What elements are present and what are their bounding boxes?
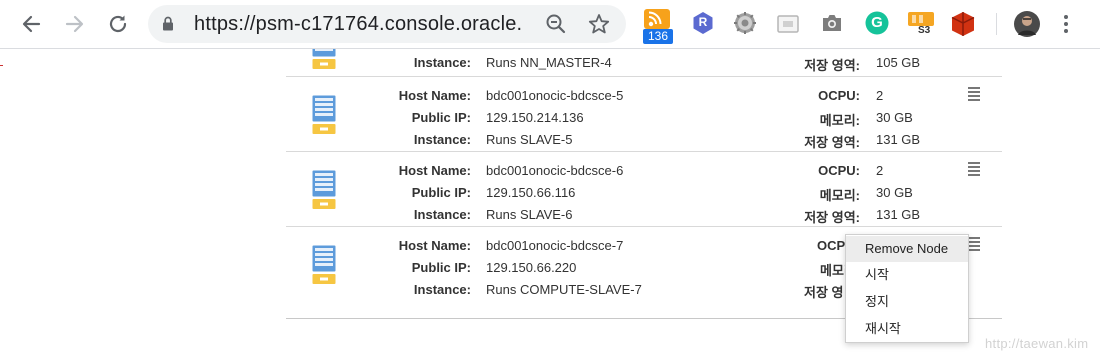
aws-icon[interactable] — [951, 11, 975, 37]
ocpu-label: OCPU: — [818, 88, 860, 103]
bookmark-star-icon[interactable] — [588, 13, 610, 35]
watermark: http://taewan.kim — [985, 336, 1089, 351]
public-ip-value: 129.150.66.116 — [486, 185, 576, 200]
url-text[interactable]: https://psm-c171764.console.oracle... — [194, 13, 524, 36]
instance-value: Runs SLAVE-5 — [486, 132, 573, 147]
storage-value: 131 GB — [876, 132, 921, 147]
rss-icon[interactable] — [644, 9, 670, 29]
instance-label: Instance: — [413, 132, 471, 147]
host-name-label: Host Name: — [398, 163, 471, 178]
public-ip-value: 129.150.66.220 — [486, 260, 577, 275]
memory-label: 메모리: — [819, 113, 860, 128]
toolbar-divider — [996, 13, 997, 35]
instance-value: Runs SLAVE-6 — [486, 207, 573, 222]
menu-item-start[interactable]: 시작 — [846, 262, 968, 288]
storage-label: 저장 영역: — [804, 58, 860, 73]
public-ip-label: Public IP: — [411, 185, 471, 200]
storage-label: 저장 영역: — [804, 210, 860, 225]
profile-avatar[interactable] — [1014, 11, 1040, 37]
memory-value: 30 GB — [876, 110, 913, 125]
instance-label: Instance: — [413, 55, 471, 70]
host-name-label: Host Name: — [398, 238, 471, 253]
host-name-value: bdc001onocic-bdcsce-6 — [486, 163, 624, 178]
memory-label: 메모리: — [819, 188, 860, 203]
storage-value: 105 GB — [876, 55, 921, 70]
server-icon — [312, 49, 336, 69]
screen-capture-icon[interactable] — [777, 15, 799, 33]
zoom-out-icon[interactable] — [546, 14, 566, 34]
ocpu-value: 2 — [876, 163, 884, 178]
menu-item-remove-node[interactable]: Remove Node — [846, 236, 968, 262]
back-arrow-icon[interactable] — [17, 10, 45, 38]
instance-value: Runs NN_MASTER-4 — [486, 55, 612, 70]
gear-icon[interactable] — [733, 11, 757, 35]
node-menu-icon[interactable] — [968, 162, 980, 176]
server-icon — [312, 245, 336, 284]
lock-icon[interactable] — [162, 16, 174, 32]
address-bar[interactable]: https://psm-c171764.console.oracle... — [148, 5, 626, 43]
menu-item-restart[interactable]: 재시작 — [846, 316, 968, 342]
instance-value: Runs COMPUTE-SLAVE-7 — [486, 282, 642, 297]
ocpu-label: OCPU: — [818, 163, 860, 178]
reload-icon[interactable] — [104, 10, 132, 38]
s3-label: S3 — [918, 25, 931, 36]
node-menu-icon[interactable] — [968, 87, 980, 101]
ext-r-letter: R — [698, 15, 708, 29]
node-menu-icon[interactable] — [968, 237, 980, 251]
ocpu-value: 2 — [876, 88, 884, 103]
server-icon — [312, 170, 336, 209]
host-name-label: Host Name: — [398, 88, 471, 103]
host-name-value: bdc001onocic-bdcsce-7 — [486, 238, 624, 253]
public-ip-label: Public IP: — [411, 110, 471, 125]
public-ip-label: Public IP: — [411, 260, 471, 275]
menu-item-stop[interactable]: 정지 — [846, 289, 968, 315]
node-row: Host Name: bdc001onocic-bdcsce-6 Public … — [286, 152, 1002, 226]
edge-marker — [0, 65, 3, 66]
more-menu-icon[interactable] — [1063, 14, 1069, 34]
camera-icon[interactable] — [821, 13, 843, 33]
storage-label: 저장 영역: — [804, 135, 860, 150]
server-icon — [312, 95, 336, 134]
instance-label: Instance: — [413, 207, 471, 222]
instance-label: Instance: — [413, 282, 471, 297]
rss-count-badge: 136 — [643, 29, 673, 44]
browser-toolbar: https://psm-c171764.console.oracle... 13… — [0, 0, 1100, 49]
storage-value: 131 GB — [876, 207, 921, 222]
node-row: Host Name: bdc001onocic-bdcsce-5 Public … — [286, 77, 1002, 151]
node-row: Instance: Runs NN_MASTER-4 저장 영역: 105 GB — [286, 49, 1002, 76]
node-context-menu: Remove Node 시작 정지 재시작 — [845, 234, 969, 343]
forward-arrow-icon[interactable] — [61, 10, 89, 38]
storage-label: 저장 영 — [804, 285, 844, 300]
host-name-value: bdc001onocic-bdcsce-5 — [486, 88, 624, 103]
memory-value: 30 GB — [876, 185, 913, 200]
public-ip-value: 129.150.214.136 — [486, 110, 584, 125]
grammarly-letter: G — [871, 14, 883, 31]
